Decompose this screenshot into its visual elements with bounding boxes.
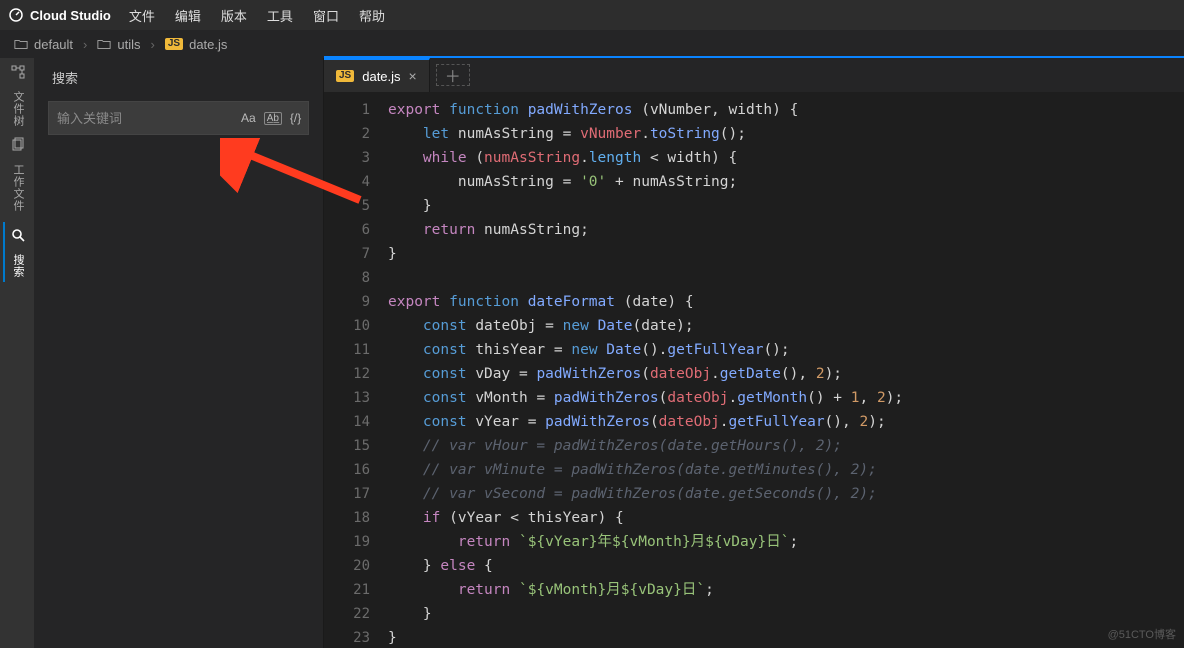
- breadcrumb-item[interactable]: default: [10, 37, 77, 52]
- search-row: Aa A̲b̲ {/}: [48, 101, 309, 135]
- line-number: 11: [324, 338, 370, 362]
- watermark: @51CTO博客: [1108, 626, 1176, 642]
- line-number: 1: [324, 98, 370, 122]
- folder-icon: [97, 38, 111, 50]
- menu-item-帮助[interactable]: 帮助: [349, 6, 395, 25]
- code-line[interactable]: return `${vMonth}月${vDay}日`;: [388, 578, 1184, 602]
- code-line[interactable]: export function padWithZeros (vNumber, w…: [388, 98, 1184, 122]
- menu-item-版本[interactable]: 版本: [211, 6, 257, 25]
- line-number: 10: [324, 314, 370, 338]
- search-input[interactable]: [57, 111, 233, 126]
- code-line[interactable]: [388, 266, 1184, 290]
- line-number: 6: [324, 218, 370, 242]
- tree-icon: [10, 64, 26, 85]
- app-name: Cloud Studio: [30, 8, 111, 23]
- activity-search[interactable]: 搜索: [3, 222, 31, 282]
- activity-files[interactable]: 工作文件: [3, 137, 31, 212]
- app-logo: Cloud Studio: [8, 6, 111, 25]
- breadcrumb-item[interactable]: utils: [93, 37, 144, 52]
- code-line[interactable]: const vDay = padWithZeros(dateObj.getDat…: [388, 362, 1184, 386]
- code-line[interactable]: }: [388, 194, 1184, 218]
- activity-label: 文件树: [10, 91, 26, 127]
- chevron-right-icon: ›: [151, 37, 155, 52]
- breadcrumb: default › utils › JSdate.js: [0, 30, 1184, 58]
- line-number: 16: [324, 458, 370, 482]
- new-tab-button[interactable]: ＋: [436, 64, 470, 86]
- editor: JS date.js × ＋ 1234567891011121314151617…: [324, 56, 1184, 646]
- code-line[interactable]: const thisYear = new Date().getFullYear(…: [388, 338, 1184, 362]
- line-number: 4: [324, 170, 370, 194]
- code-line[interactable]: const vYear = padWithZeros(dateObj.getFu…: [388, 410, 1184, 434]
- menu-item-工具[interactable]: 工具: [257, 6, 303, 25]
- menu-item-编辑[interactable]: 编辑: [165, 6, 211, 25]
- line-number: 7: [324, 242, 370, 266]
- code-line[interactable]: while (numAsString.length < width) {: [388, 146, 1184, 170]
- js-icon: JS: [165, 38, 183, 50]
- line-number: 20: [324, 554, 370, 578]
- menu-item-窗口[interactable]: 窗口: [303, 6, 349, 25]
- code-content[interactable]: export function padWithZeros (vNumber, w…: [388, 92, 1184, 646]
- code-line[interactable]: return numAsString;: [388, 218, 1184, 242]
- line-gutter: 1234567891011121314151617181920212223: [324, 92, 388, 646]
- code-line[interactable]: } else {: [388, 554, 1184, 578]
- code-line[interactable]: // var vSecond = padWithZeros(date.getSe…: [388, 482, 1184, 506]
- code-area[interactable]: 1234567891011121314151617181920212223 ex…: [324, 92, 1184, 646]
- close-icon[interactable]: ×: [409, 68, 417, 84]
- match-word-toggle[interactable]: A̲b̲: [264, 112, 282, 125]
- search-icon: [10, 227, 26, 248]
- activity-label: 搜索: [10, 254, 26, 278]
- line-number: 14: [324, 410, 370, 434]
- line-number: 12: [324, 362, 370, 386]
- line-number: 18: [324, 506, 370, 530]
- breadcrumb-item[interactable]: JSdate.js: [161, 37, 232, 52]
- line-number: 17: [324, 482, 370, 506]
- code-line[interactable]: return `${vYear}年${vMonth}月${vDay}日`;: [388, 530, 1184, 554]
- code-line[interactable]: if (vYear < thisYear) {: [388, 506, 1184, 530]
- line-number: 9: [324, 290, 370, 314]
- code-line[interactable]: numAsString = '0' + numAsString;: [388, 170, 1184, 194]
- menu-item-文件[interactable]: 文件: [119, 6, 165, 25]
- line-number: 5: [324, 194, 370, 218]
- code-line[interactable]: }: [388, 602, 1184, 626]
- tab-date-js[interactable]: JS date.js ×: [324, 58, 430, 92]
- line-number: 23: [324, 626, 370, 646]
- match-case-toggle[interactable]: Aa: [241, 111, 256, 125]
- code-line[interactable]: // var vHour = padWithZeros(date.getHour…: [388, 434, 1184, 458]
- line-number: 19: [324, 530, 370, 554]
- code-line[interactable]: }: [388, 626, 1184, 646]
- line-number: 15: [324, 434, 370, 458]
- dashboard-icon: [8, 6, 24, 25]
- tab-label: date.js: [362, 69, 400, 84]
- line-number: 22: [324, 602, 370, 626]
- folder-icon: [14, 38, 28, 50]
- panel-title: 搜索: [34, 58, 323, 93]
- activity-bar: 文件树工作文件搜索: [0, 58, 34, 648]
- line-number: 3: [324, 146, 370, 170]
- line-number: 2: [324, 122, 370, 146]
- chevron-right-icon: ›: [83, 37, 87, 52]
- menubar: Cloud Studio 文件编辑版本工具窗口帮助: [0, 0, 1184, 30]
- line-number: 13: [324, 386, 370, 410]
- code-line[interactable]: // var vMinute = padWithZeros(date.getMi…: [388, 458, 1184, 482]
- menu-items: 文件编辑版本工具窗口帮助: [119, 6, 395, 25]
- files-icon: [10, 137, 26, 158]
- editor-tabs: JS date.js × ＋: [324, 58, 1184, 92]
- code-line[interactable]: }: [388, 242, 1184, 266]
- code-line[interactable]: const vMonth = padWithZeros(dateObj.getM…: [388, 386, 1184, 410]
- activity-tree[interactable]: 文件树: [3, 64, 31, 127]
- js-icon: JS: [336, 70, 354, 82]
- regex-toggle[interactable]: {/}: [290, 111, 301, 125]
- code-line[interactable]: export function dateFormat (date) {: [388, 290, 1184, 314]
- activity-label: 工作文件: [10, 164, 26, 212]
- line-number: 8: [324, 266, 370, 290]
- code-line[interactable]: const dateObj = new Date(date);: [388, 314, 1184, 338]
- line-number: 21: [324, 578, 370, 602]
- code-line[interactable]: let numAsString = vNumber.toString();: [388, 122, 1184, 146]
- search-panel: 搜索 Aa A̲b̲ {/}: [34, 58, 324, 648]
